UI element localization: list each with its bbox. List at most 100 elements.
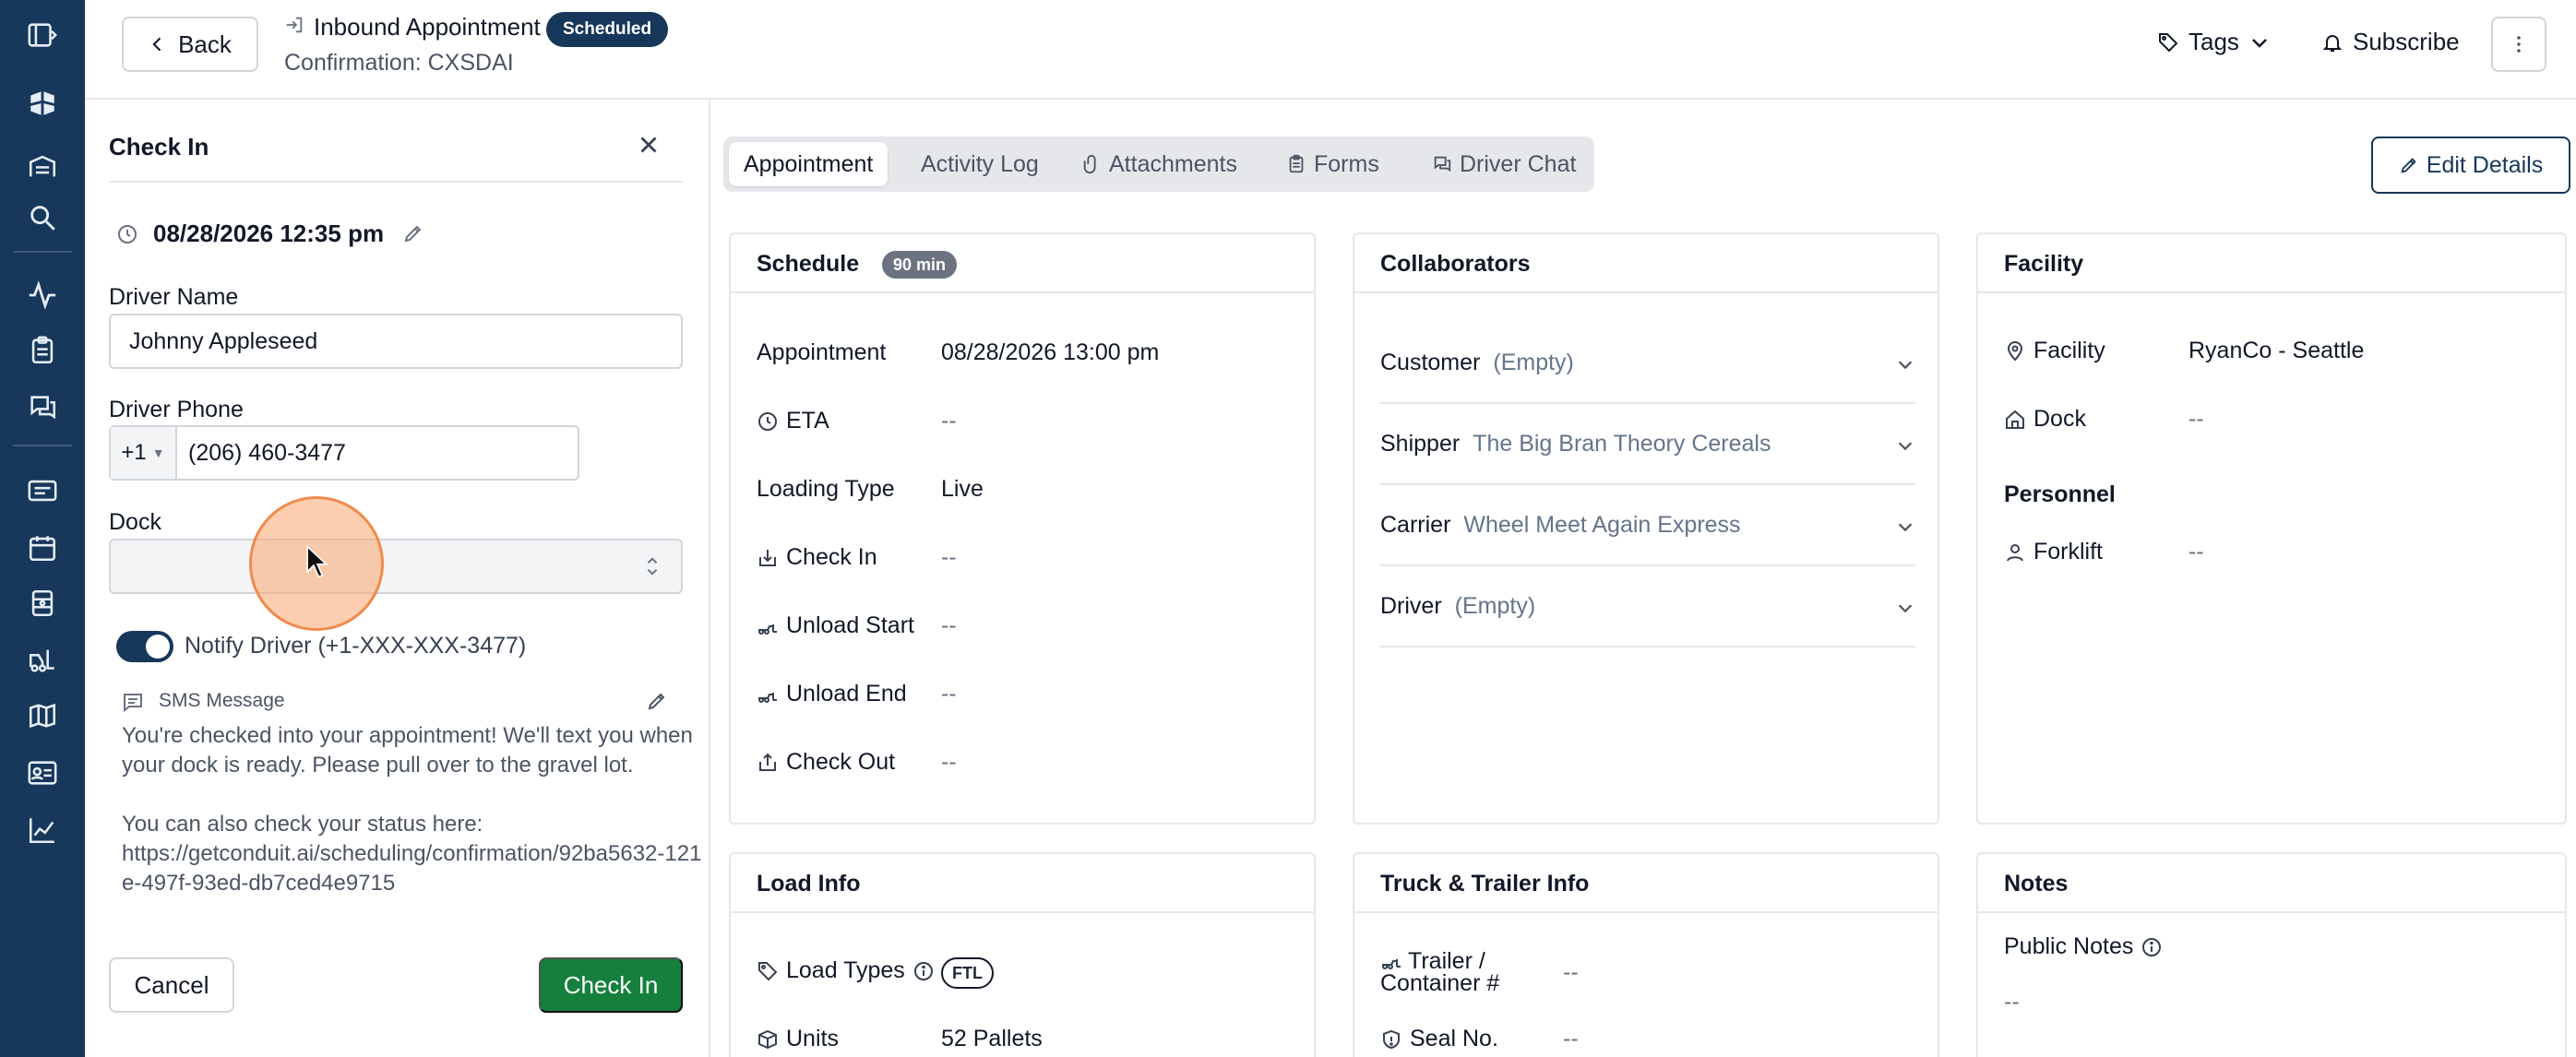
collaborator-carrier[interactable]: Carrier Wheel Meet Again Express bbox=[1380, 485, 1915, 566]
dock-label-text: Dock bbox=[2033, 406, 2086, 432]
sms-status-text: You can also check your status here: bbox=[122, 812, 483, 837]
schedule-value: -- bbox=[941, 681, 957, 707]
pencil-icon bbox=[2401, 158, 2416, 173]
sms-message-text: You're checked into your appointment! We… bbox=[122, 723, 693, 778]
chevron-down-icon bbox=[1898, 604, 1913, 613]
sidebar-toggle-icon[interactable] bbox=[18, 13, 66, 57]
card-title: Truck & Trailer Info bbox=[1380, 871, 1590, 897]
load-type-badge: FTL bbox=[941, 957, 994, 989]
info-icon[interactable] bbox=[912, 960, 935, 982]
forklift-icon bbox=[758, 624, 777, 635]
notify-driver-label: Notify Driver (+1-XXX-XXX-3477) bbox=[185, 633, 527, 659]
duration-badge: 90 min bbox=[882, 251, 958, 279]
personnel-title: Personnel bbox=[2004, 481, 2116, 507]
back-button[interactable]: Back bbox=[122, 17, 258, 72]
load-types-label: Load Types bbox=[757, 957, 935, 984]
forklift-icon bbox=[1382, 959, 1401, 969]
card-header: Schedule 90 min bbox=[731, 234, 1314, 293]
schedule-value: 08/28/2026 13:00 pm bbox=[941, 339, 1160, 365]
analytics-icon[interactable] bbox=[18, 808, 66, 852]
edit-message-icon[interactable] bbox=[646, 690, 668, 712]
tab-bar: Appointment Activity Log Attachments For… bbox=[723, 137, 1594, 192]
dock-select[interactable] bbox=[109, 539, 683, 594]
phone-number-input[interactable]: (206) 460-3477 bbox=[177, 440, 346, 467]
dock-icon[interactable] bbox=[18, 581, 66, 625]
facility-label-text: Facility bbox=[2033, 338, 2105, 363]
messages-icon[interactable] bbox=[18, 386, 66, 430]
tab-label: Appointment bbox=[744, 150, 874, 177]
sms-status-link[interactable]: https://getconduit.ai/scheduling/confirm… bbox=[122, 839, 712, 898]
public-notes-value: -- bbox=[2004, 989, 2020, 1015]
nav-divider bbox=[13, 251, 72, 253]
facility-label: Facility bbox=[2004, 338, 2105, 364]
public-notes-label-text: Public Notes bbox=[2004, 933, 2134, 959]
tag-icon bbox=[758, 961, 778, 980]
driver-name-input[interactable]: Johnny Appleseed bbox=[109, 314, 683, 369]
tab-appointment[interactable]: Appointment bbox=[729, 142, 888, 186]
edit-details-button[interactable]: Edit Details bbox=[2371, 137, 2570, 194]
check-in-label: Check In bbox=[786, 544, 877, 570]
activity-icon[interactable] bbox=[18, 273, 66, 317]
collaborator-value: (Empty) bbox=[1454, 592, 1536, 619]
tab-attachments[interactable]: Attachments bbox=[1067, 142, 1252, 186]
location-pin-icon bbox=[2007, 340, 2023, 361]
warehouse-icon[interactable] bbox=[18, 144, 66, 188]
info-icon[interactable] bbox=[2141, 936, 2163, 958]
cancel-button[interactable]: Cancel bbox=[109, 957, 234, 1013]
card-title: Facility bbox=[2004, 251, 2084, 277]
seal-label: Seal No. bbox=[1380, 1026, 1498, 1052]
mouse-pointer-icon bbox=[306, 544, 328, 578]
clock-icon bbox=[758, 411, 777, 431]
check-in-icon bbox=[759, 549, 776, 566]
schedule-value: -- bbox=[941, 749, 957, 775]
collaborator-shipper[interactable]: Shipper The Big Bran Theory Cereals bbox=[1380, 404, 1915, 485]
panel-divider bbox=[109, 181, 683, 183]
trailer-value: -- bbox=[1563, 959, 1579, 985]
card-header: Truck & Trailer Info bbox=[1354, 854, 1938, 913]
chevron-down-icon bbox=[1898, 442, 1913, 451]
tab-driver-chat[interactable]: Driver Chat bbox=[1417, 142, 1591, 186]
check-in-button[interactable]: Check In bbox=[539, 957, 683, 1013]
collaborator-customer[interactable]: Customer (Empty) bbox=[1380, 323, 1915, 404]
schedule-value: -- bbox=[941, 612, 957, 638]
ticket-icon[interactable] bbox=[18, 469, 66, 513]
schedule-label: Unload Start bbox=[757, 612, 914, 639]
search-icon[interactable] bbox=[18, 196, 66, 240]
clipboard-icon bbox=[1289, 154, 1304, 173]
chevron-left-icon bbox=[152, 37, 161, 52]
more-options-button[interactable] bbox=[2491, 17, 2546, 72]
pencil-icon[interactable] bbox=[402, 222, 424, 244]
shield-icon bbox=[1383, 1029, 1400, 1049]
map-icon[interactable] bbox=[18, 694, 66, 738]
collaborator-driver[interactable]: Driver (Empty) bbox=[1380, 566, 1915, 647]
check-in-datetime: 08/28/2026 12:35 pm bbox=[153, 220, 385, 247]
schedule-label: Check Out bbox=[757, 749, 895, 776]
card-header: Facility bbox=[1978, 234, 2565, 293]
tab-label: Attachments bbox=[1109, 150, 1237, 177]
country-code-select[interactable]: +1 ▼ bbox=[111, 427, 177, 479]
tag-icon bbox=[2159, 32, 2178, 52]
schedule-value: -- bbox=[941, 408, 957, 433]
contact-card-icon[interactable] bbox=[18, 751, 66, 795]
logo-icon[interactable] bbox=[18, 81, 66, 125]
clipboard-icon[interactable] bbox=[18, 328, 66, 373]
subscribe-button[interactable]: Subscribe bbox=[2321, 28, 2460, 56]
notify-driver-toggle[interactable] bbox=[116, 631, 173, 662]
trailer-label-text-2: Container # bbox=[1380, 970, 1500, 996]
back-label: Back bbox=[178, 30, 232, 58]
close-icon[interactable] bbox=[635, 131, 662, 159]
tab-activity-log[interactable]: Activity Log bbox=[906, 142, 1054, 186]
calendar-icon[interactable] bbox=[18, 526, 66, 570]
trailer-label-line1: Trailer / bbox=[1380, 950, 1485, 973]
forklift-icon[interactable] bbox=[18, 638, 66, 683]
page-header: Back Inbound Appointment Scheduled Confi… bbox=[85, 0, 2576, 100]
card-title: Notes bbox=[2004, 871, 2069, 897]
card-header: Collaborators bbox=[1354, 234, 1938, 293]
chevron-down-icon bbox=[2252, 38, 2267, 48]
tab-forms[interactable]: Forms bbox=[1271, 142, 1394, 186]
unload-start-label: Unload Start bbox=[786, 612, 914, 638]
tags-dropdown[interactable]: Tags bbox=[2157, 28, 2271, 56]
schedule-label: Loading Type bbox=[757, 476, 895, 502]
clock-icon bbox=[118, 225, 137, 243]
chevron-updown-icon bbox=[647, 557, 658, 576]
